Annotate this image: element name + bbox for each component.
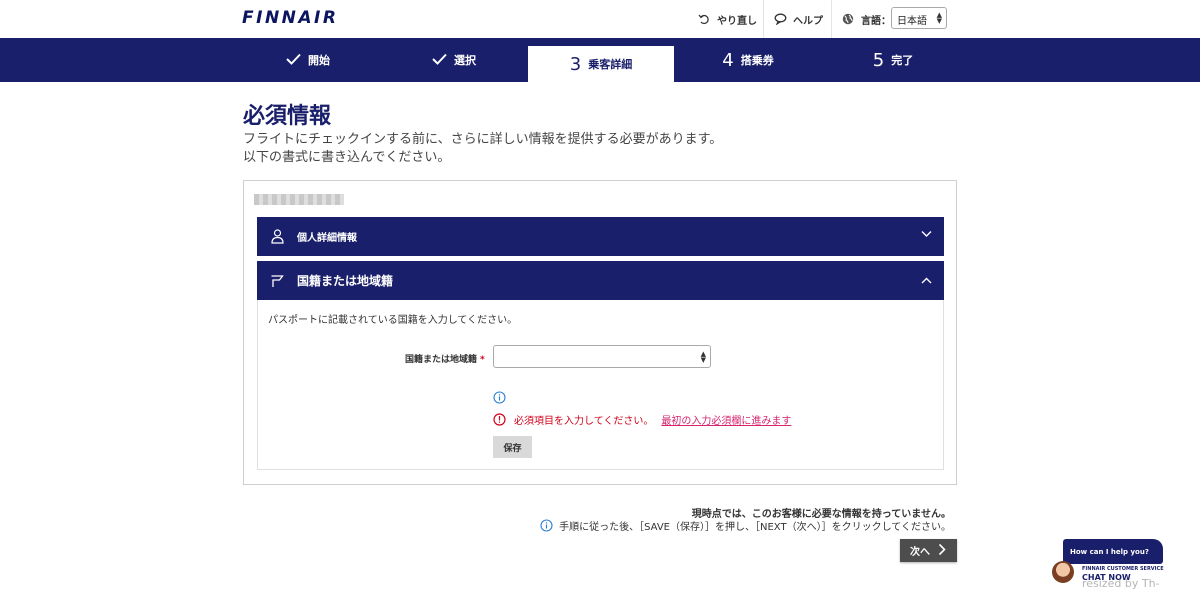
help-button[interactable]: ヘルプ [773, 0, 823, 38]
header-divider [831, 0, 832, 38]
error-icon [493, 413, 506, 426]
step-passenger-details: 3 乗客詳細 [528, 46, 674, 82]
chat-bubble-icon [773, 12, 787, 26]
save-button[interactable]: 保存 [493, 436, 532, 458]
select-arrows-icon: ▲ ▼ [700, 350, 706, 364]
nationality-header[interactable]: 国籍または地域籍 [257, 261, 944, 300]
step-label: 完了 [891, 54, 914, 67]
intro-text: フライトにチェックインする前に、さらに詳しい情報を提供する必要があります。 以下… [243, 131, 722, 167]
globe-icon [841, 12, 855, 26]
top-header: FINNAIR やり直し ヘルプ 言語： 日本語 ▲ ▼ [0, 0, 1200, 38]
intro-line: 以下の書式に書き込んでください。 [243, 150, 451, 165]
page-title: 必須情報 [243, 104, 332, 129]
step-number: 5 [872, 49, 885, 71]
language-label: 言語： [861, 15, 891, 27]
passenger-card: 個人詳細情報 国籍または地域籍 パスポートに記載されている国籍を入力してください… [243, 180, 957, 485]
step-label: 乗客詳細 [588, 58, 633, 71]
first-required-field-link[interactable]: 最初の入力必須欄に進みます [661, 412, 791, 427]
personal-details-header[interactable]: 個人詳細情報 [257, 217, 944, 256]
select-arrows-icon: ▲ ▼ [936, 11, 942, 25]
nationality-title: 国籍または地域籍 [297, 274, 394, 288]
undo-button[interactable]: やり直し [697, 0, 757, 38]
nationality-panel-body: パスポートに記載されている国籍を入力してください。 国籍または地域籍 * ▲ ▼ 必… [257, 300, 944, 470]
step-boarding-pass: 4 搭乗券 [675, 38, 821, 82]
info-icon[interactable] [493, 389, 506, 408]
check-icon [286, 53, 301, 68]
field-label-text: 国籍または地域籍 [405, 355, 478, 365]
chevron-right-icon [938, 543, 946, 559]
error-message: 必須項目を入力してください。 最初の入力必須欄に進みます [493, 412, 791, 427]
error-text: 必須項目を入力してください。 [514, 416, 654, 427]
step-number: 4 [722, 49, 734, 71]
intro-line: フライトにチェックインする前に、さらに詳しい情報を提供する必要があります。 [243, 132, 723, 147]
watermark: resized by Th-MakerX [1082, 577, 1160, 590]
nationality-select[interactable]: ▲ ▼ [493, 345, 711, 368]
undo-label: やり直し [717, 15, 757, 27]
step-select[interactable]: 選択 [381, 38, 527, 82]
language-value: 日本語 [897, 16, 927, 27]
redacted-passenger-name [254, 194, 344, 205]
info-icon [540, 519, 553, 532]
chevron-down-icon [921, 230, 932, 241]
next-button[interactable]: 次へ [900, 539, 957, 562]
check-icon [432, 53, 447, 68]
step-start[interactable]: 開始 [235, 38, 381, 82]
instruction-text: 手順に従った後、［SAVE（保存）］を押し、［NEXT（次へ）］をクリックしてく… [559, 522, 951, 533]
help-label: ヘルプ [793, 15, 823, 27]
language-label-group: 言語： [841, 0, 891, 38]
chat-bubble[interactable]: How can I help you? [1063, 539, 1163, 564]
step-complete: 5 完了 [820, 38, 966, 82]
finnair-logo[interactable]: FINNAIR [242, 8, 338, 28]
step-label: 開始 [308, 54, 330, 67]
chevron-up-icon [921, 274, 932, 288]
chat-service-label: FINNAIR CUSTOMER SERVICE [1082, 566, 1164, 572]
next-label: 次へ [910, 547, 930, 558]
required-asterisk: * [480, 355, 485, 365]
instruction-notice: 手順に従った後、［SAVE（保存）］を押し、［NEXT（次へ）］をクリックしてく… [540, 518, 951, 533]
step-label: 選択 [454, 54, 476, 67]
language-select[interactable]: 日本語 ▲ ▼ [891, 7, 947, 29]
flag-icon [269, 273, 285, 289]
agent-avatar[interactable] [1052, 561, 1074, 583]
step-label: 搭乗券 [740, 54, 774, 67]
step-number: 3 [569, 53, 582, 75]
undo-icon [697, 12, 711, 26]
nationality-field-label: 国籍または地域籍 * [405, 352, 485, 365]
header-divider [763, 0, 764, 38]
personal-details-title: 個人詳細情報 [297, 233, 357, 244]
person-icon [269, 229, 285, 245]
checkin-steps: 開始 選択 3 乗客詳細 4 搭乗券 5 完了 [0, 38, 1200, 82]
nationality-description: パスポートに記載されている国籍を入力してください。 [268, 315, 518, 326]
